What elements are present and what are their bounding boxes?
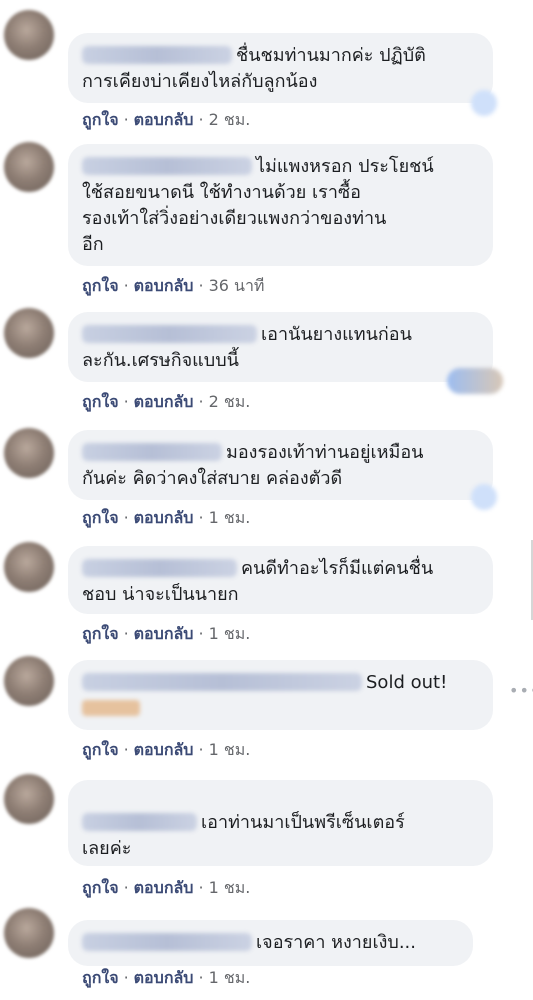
like-button[interactable]: ถูกใจ <box>82 508 119 527</box>
reply-button[interactable]: ตอบกลับ <box>134 968 194 987</box>
comment-actions: ถูกใจ · ตอบกลับ · 1 ชม. <box>82 508 251 527</box>
comment-bubble: เอาท่านมาเป็นพรีเซ็นเตอร์ เลยค่ะ <box>68 780 493 866</box>
reply-button[interactable]: ตอบกลับ <box>134 624 194 643</box>
comment-actions: ถูกใจ · ตอบกลับ · 2 ชม. <box>82 392 251 411</box>
comment-timestamp[interactable]: 1 ชม. <box>209 508 251 527</box>
like-button[interactable]: ถูกใจ <box>82 740 119 759</box>
reaction-icon[interactable] <box>471 484 497 510</box>
avatar[interactable] <box>4 542 54 592</box>
comment-bubble: เอานันยางแทนก่อน ละกัน.เศรษกิจแบบนี้ <box>68 312 493 382</box>
comment-timestamp[interactable]: 2 ชม. <box>209 392 251 411</box>
comment-bubble: ไม่แพงหรอก ประโยชน์ ใช้สอยขนาดนี ใช้ทำงา… <box>68 144 493 266</box>
avatar[interactable] <box>4 774 54 824</box>
comment-actions: ถูกใจ · ตอบกลับ · 1 ชม. <box>82 878 251 897</box>
commenter-badge <box>82 700 140 716</box>
comment-timestamp[interactable]: 2 ชม. <box>209 110 251 129</box>
like-button[interactable]: ถูกใจ <box>82 624 119 643</box>
comment-actions: ถูกใจ · ตอบกลับ · 36 นาที <box>82 276 265 295</box>
avatar[interactable] <box>4 142 54 192</box>
more-horizontal-icon[interactable]: ••• <box>509 683 533 699</box>
comment-timestamp[interactable]: 1 ชม. <box>209 968 251 987</box>
avatar[interactable] <box>4 428 54 478</box>
reply-button[interactable]: ตอบกลับ <box>134 392 194 411</box>
comment-bubble: ชื่นชมท่านมากค่ะ ปฏิบัติ การเคียงบ่าเคีย… <box>68 33 493 103</box>
commenter-name[interactable] <box>82 813 197 831</box>
like-button[interactable]: ถูกใจ <box>82 968 119 987</box>
commenter-name[interactable] <box>82 46 232 64</box>
avatar[interactable] <box>4 308 54 358</box>
reply-button[interactable]: ตอบกลับ <box>134 508 194 527</box>
avatar[interactable] <box>4 10 54 60</box>
commenter-name[interactable] <box>82 673 362 691</box>
reaction-icon[interactable] <box>471 90 497 116</box>
comment-timestamp[interactable]: 36 นาที <box>209 276 265 295</box>
avatar[interactable] <box>4 908 54 958</box>
comment-bubble: Sold out! <box>68 660 493 730</box>
like-button[interactable]: ถูกใจ <box>82 878 119 897</box>
comment-timestamp[interactable]: 1 ชม. <box>209 740 251 759</box>
comment-text: เจอราคา หงายเงิบ... <box>256 932 416 953</box>
like-button[interactable]: ถูกใจ <box>82 276 119 295</box>
comment-actions: ถูกใจ · ตอบกลับ · 1 ชม. <box>82 740 251 759</box>
comment-bubble: คนดีทำอะไรก็มีแต่คนชื่น ชอบ น่าจะเป็นนาย… <box>68 546 493 614</box>
commenter-name[interactable] <box>82 443 222 461</box>
reaction-icon[interactable] <box>447 368 503 394</box>
comment-timestamp[interactable]: 1 ชม. <box>209 624 251 643</box>
reply-button[interactable]: ตอบกลับ <box>134 276 194 295</box>
comment-actions: ถูกใจ · ตอบกลับ · 1 ชม. <box>82 624 251 643</box>
comment-actions: ถูกใจ · ตอบกลับ · 2 ชม. <box>82 110 251 129</box>
commenter-name[interactable] <box>82 157 252 175</box>
comment-text: Sold out! <box>366 672 448 693</box>
comment-timestamp[interactable]: 1 ชม. <box>209 878 251 897</box>
reply-button[interactable]: ตอบกลับ <box>134 740 194 759</box>
like-button[interactable]: ถูกใจ <box>82 392 119 411</box>
commenter-name[interactable] <box>82 559 237 577</box>
like-button[interactable]: ถูกใจ <box>82 110 119 129</box>
reply-button[interactable]: ตอบกลับ <box>134 878 194 897</box>
commenter-name[interactable] <box>82 325 257 343</box>
comment-bubble: มองรองเท้าท่านอยู่เหมือน กันค่ะ คิดว่าคง… <box>68 430 493 500</box>
comment-actions: ถูกใจ · ตอบกลับ · 1 ชม. <box>82 968 251 987</box>
commenter-name[interactable] <box>82 933 252 951</box>
reply-button[interactable]: ตอบกลับ <box>134 110 194 129</box>
avatar[interactable] <box>4 656 54 706</box>
comment-bubble: เจอราคา หงายเงิบ... <box>68 920 473 966</box>
